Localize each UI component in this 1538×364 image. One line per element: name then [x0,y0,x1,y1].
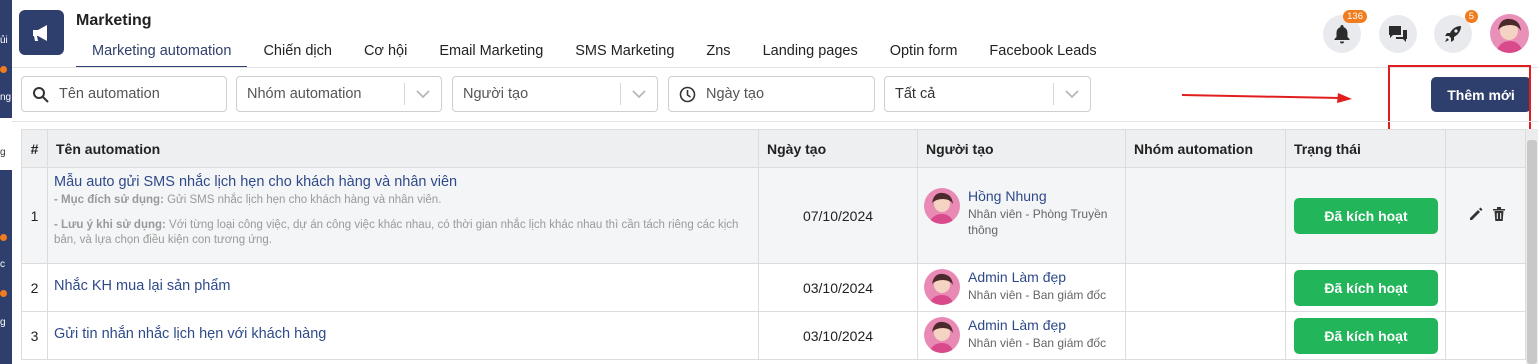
creator-cell: Admin Làm đẹp Nhân viên - Ban giám đốc [918,264,1126,311]
tab-zns[interactable]: Zns [690,40,746,68]
column-header-creator[interactable]: Người tạo [918,130,1126,168]
marketing-automation-page: ủi ng g c g Marketing Marketing automati… [0,0,1538,364]
annotation-arrow [1181,93,1352,103]
tab-landing-pages[interactable]: Landing pages [747,40,874,68]
automation-group-placeholder: Nhóm automation [247,86,362,102]
row-index: 1 [22,168,48,263]
search-icon [22,86,49,103]
automation-group-select[interactable]: Nhóm automation [236,76,442,112]
filter-divider [12,121,1538,122]
rocket-button[interactable]: 5 [1434,10,1478,53]
tab-optin-form[interactable]: Optin form [874,40,974,68]
column-header-name[interactable]: Tên automation [48,130,759,168]
sidebar-fragment[interactable]: ủi [0,35,12,47]
sidebar-fragment[interactable]: c [0,259,12,271]
creator-role: Nhân viên - Ban giám đốc [968,288,1107,302]
clock-icon [669,86,696,103]
tab-sms-marketing[interactable]: SMS Marketing [559,40,690,68]
table-row[interactable]: 3 Gửi tin nhắn nhắc lịch hẹn với khách h… [21,312,1526,360]
messages-button[interactable] [1379,15,1417,53]
sidebar-fragment[interactable]: ng [0,92,12,104]
status-select-value: Tất cả [895,86,936,102]
tab-bar: Marketing automation Chiến dịch Cơ hội E… [76,40,1113,68]
automation-name-link[interactable]: Nhắc KH mua lại sản phẩm [54,278,758,294]
user-avatar[interactable] [1490,14,1529,53]
rocket-icon [1445,26,1461,42]
creator-select[interactable]: Người tạo [452,76,658,112]
creator-name[interactable]: Admin Làm đẹp [968,317,1118,333]
sidebar-notification-dot [0,66,7,73]
creator-cell: Admin Làm đẹp Nhân viên - Ban giám đốc [918,312,1126,359]
megaphone-icon [19,10,64,55]
creator-role: Nhân viên - Ban giám đốc [968,336,1107,350]
page-title: Marketing [76,12,152,29]
chevron-down-icon [405,90,441,98]
group-cell [1126,312,1286,359]
row-index: 2 [22,264,48,311]
creator-avatar [924,317,960,353]
automation-name-search[interactable]: Tên automation [21,76,227,112]
automation-name-placeholder: Tên automation [59,86,160,102]
header-divider [12,67,1538,68]
tab-opportunities[interactable]: Cơ hội [348,40,423,68]
left-sidebar: ủi ng g c g [0,0,12,364]
status-select[interactable]: Tất cả [884,76,1091,112]
group-cell [1126,264,1286,311]
purpose-note: - Mục đích sử dụng: Gửi SMS nhắc lịch hẹ… [54,194,442,206]
tab-marketing-automation[interactable]: Marketing automation [76,40,248,68]
chat-icon [1389,26,1407,42]
group-cell [1126,168,1286,263]
column-header-status[interactable]: Trạng thái [1286,130,1446,168]
table-row[interactable]: 1 Mẫu auto gửi SMS nhắc lịch hẹn cho khá… [21,168,1526,264]
sidebar-fragment[interactable]: g [0,317,12,329]
chevron-down-icon [621,90,657,98]
rocket-badge: 5 [1464,10,1478,23]
scrollbar-thumb[interactable] [1527,140,1537,364]
column-header-actions [1446,130,1525,168]
delete-icon[interactable] [1492,206,1506,222]
bell-icon [1334,25,1350,44]
creator-placeholder: Người tạo [463,86,529,102]
sidebar-notification-dot [0,234,7,241]
notifications-badge: 136 [1343,10,1367,23]
created-date: 07/10/2024 [759,168,918,263]
table-header: # Tên automation Ngày tạo Người tạo Nhóm… [21,129,1526,168]
sidebar-notification-dot [0,290,7,297]
automation-name-link[interactable]: Gửi tin nhắn nhắc lịch hẹn với khách hàn… [54,326,758,342]
status-badge[interactable]: Đã kích hoạt [1294,270,1438,306]
status-badge[interactable]: Đã kích hoạt [1294,198,1438,234]
created-date-picker[interactable]: Ngày tạo [668,76,875,112]
creator-avatar [924,188,960,224]
usage-note: - Lưu ý khi sử dụng: Với từng loại công … [54,219,739,246]
chevron-down-icon [1054,90,1090,98]
creator-role: Nhân viên - Phòng Truyền thông [968,207,1108,237]
table-row[interactable]: 2 Nhắc KH mua lại sản phẩm 03/10/2024 Ad… [21,264,1526,312]
creator-cell: Hồng Nhung Nhân viên - Phòng Truyền thôn… [918,168,1126,263]
status-badge[interactable]: Đã kích hoạt [1294,318,1438,354]
tab-campaigns[interactable]: Chiến dịch [247,40,348,68]
row-actions [1468,206,1506,222]
notifications-button[interactable]: 136 [1323,10,1367,53]
automation-name-link[interactable]: Mẫu auto gửi SMS nhắc lịch hẹn cho khách… [54,174,758,190]
column-header-created-date[interactable]: Ngày tạo [759,130,918,168]
annotation-highlight-box [1388,65,1531,133]
column-header-group[interactable]: Nhóm automation [1126,130,1286,168]
tab-email-marketing[interactable]: Email Marketing [423,40,559,68]
sidebar-fragment[interactable]: g [0,147,12,159]
creator-name[interactable]: Hồng Nhung [968,188,1118,204]
created-date: 03/10/2024 [759,264,918,311]
created-date-placeholder: Ngày tạo [706,86,765,102]
edit-icon[interactable] [1468,206,1484,222]
row-index: 3 [22,312,48,359]
tab-facebook-leads[interactable]: Facebook Leads [973,40,1112,68]
creator-name[interactable]: Admin Làm đẹp [968,269,1118,285]
creator-avatar [924,269,960,305]
column-header-index: # [22,130,48,168]
created-date: 03/10/2024 [759,312,918,359]
